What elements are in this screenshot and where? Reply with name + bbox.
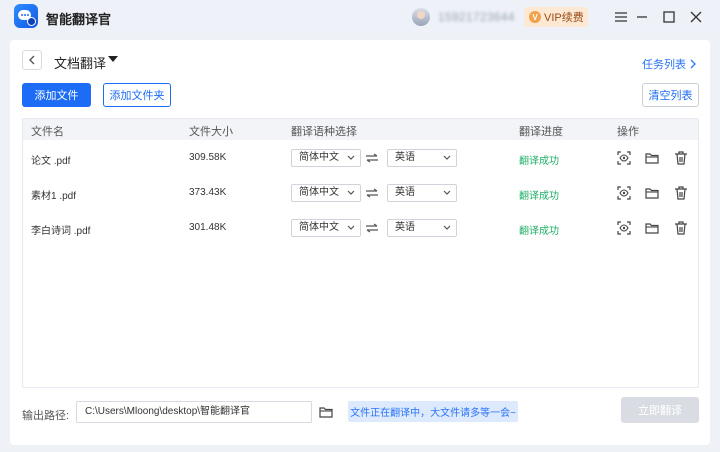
header-actions: 操作 <box>617 126 639 138</box>
chevron-right-icon <box>690 59 696 69</box>
header-file-name: 文件名 <box>31 126 64 138</box>
add-file-button[interactable]: 添加文件 <box>22 83 91 107</box>
browse-folder-icon[interactable] <box>318 404 334 420</box>
target-language-select[interactable]: 英语 <box>387 149 457 167</box>
close-icon[interactable] <box>686 7 706 27</box>
folder-icon[interactable] <box>644 220 660 236</box>
file-name: 论文 .pdf <box>31 156 71 167</box>
vip-renew-button[interactable]: V VIP续费 <box>524 7 588 27</box>
source-language-value: 简体中文 <box>299 187 339 198</box>
folder-icon[interactable] <box>644 150 660 166</box>
user-phone[interactable]: 15921723644 <box>438 10 515 24</box>
page-title[interactable]: 文档翻译 <box>54 53 106 72</box>
target-language-value: 英语 <box>395 152 415 163</box>
table-row: 李白诗词 .pdf 301.48K 简体中文 英语 翻译成功 <box>23 211 698 246</box>
translation-status: 翻译成功 <box>519 191 559 202</box>
translation-status: 翻译成功 <box>519 226 559 237</box>
preview-icon[interactable] <box>616 150 632 166</box>
add-folder-button[interactable]: 添加文件夹 <box>103 83 171 107</box>
back-arrow-icon <box>29 55 35 65</box>
app-title: 智能翻译官 <box>46 12 112 27</box>
chevron-down-icon <box>443 155 451 160</box>
app-logo-icon <box>14 4 38 28</box>
translation-status: 翻译成功 <box>519 156 559 167</box>
menu-icon[interactable] <box>611 7 631 27</box>
translation-notice: 文件正在翻译中，大文件请多等一会~ <box>348 401 518 422</box>
source-language-select[interactable]: 简体中文 <box>291 184 361 202</box>
preview-icon[interactable] <box>616 220 632 236</box>
table-row: 素材1 .pdf 373.43K 简体中文 英语 翻译成功 <box>23 176 698 211</box>
file-name: 素材1 .pdf <box>31 191 77 202</box>
task-list-link[interactable]: 任务列表 <box>642 56 696 72</box>
chevron-down-icon <box>443 190 451 195</box>
output-path-field[interactable]: C:\Users\Mloong\desktop\智能翻译官 <box>76 401 312 423</box>
chevron-down-icon <box>347 190 355 195</box>
file-name: 李白诗词 .pdf <box>31 226 91 237</box>
avatar[interactable] <box>412 8 430 26</box>
folder-icon[interactable] <box>644 185 660 201</box>
source-language-value: 简体中文 <box>299 222 339 233</box>
table-header: 文件名 文件大小 翻译语种选择 翻译进度 操作 <box>23 119 698 140</box>
minimize-icon[interactable] <box>632 7 652 27</box>
file-size: 301.48K <box>189 222 227 233</box>
target-language-value: 英语 <box>395 187 415 198</box>
source-language-select[interactable]: 简体中文 <box>291 219 361 237</box>
target-language-select[interactable]: 英语 <box>387 184 457 202</box>
source-language-select[interactable]: 简体中文 <box>291 149 361 167</box>
swap-icon[interactable] <box>365 188 379 198</box>
swap-icon[interactable] <box>365 223 379 233</box>
preview-icon[interactable] <box>616 185 632 201</box>
task-list-label: 任务列表 <box>642 59 686 71</box>
vip-crown-icon: V <box>529 11 541 23</box>
target-language-value: 英语 <box>395 222 415 233</box>
chevron-down-icon <box>347 155 355 160</box>
vip-renew-label: VIP续费 <box>544 12 584 24</box>
chevron-down-icon <box>443 225 451 230</box>
trash-icon[interactable] <box>673 150 689 166</box>
file-size: 309.58K <box>189 152 227 163</box>
header-progress: 翻译进度 <box>519 126 563 138</box>
back-button[interactable] <box>22 50 42 70</box>
clear-list-button[interactable]: 清空列表 <box>642 83 699 107</box>
maximize-icon[interactable] <box>659 7 679 27</box>
header-language: 翻译语种选择 <box>291 126 357 138</box>
swap-icon[interactable] <box>365 153 379 163</box>
caret-down-icon[interactable] <box>108 55 118 63</box>
trash-icon[interactable] <box>673 220 689 236</box>
chevron-down-icon <box>347 225 355 230</box>
source-language-value: 简体中文 <box>299 152 339 163</box>
header-file-size: 文件大小 <box>189 126 233 138</box>
trash-icon[interactable] <box>673 185 689 201</box>
file-size: 373.43K <box>189 187 227 198</box>
title-bar: 智能翻译官 15921723644 V VIP续费 <box>0 0 720 34</box>
main-panel: 文档翻译 任务列表 添加文件 添加文件夹 清空列表 文件名 文件大小 翻译语种选… <box>10 40 710 445</box>
translate-now-button[interactable]: 立即翻译 <box>621 397 699 423</box>
target-language-select[interactable]: 英语 <box>387 219 457 237</box>
output-path-label: 输出路径: <box>22 410 70 422</box>
file-table: 文件名 文件大小 翻译语种选择 翻译进度 操作 论文 .pdf 309.58K … <box>22 118 699 388</box>
table-row: 论文 .pdf 309.58K 简体中文 英语 翻译成功 <box>23 141 698 176</box>
